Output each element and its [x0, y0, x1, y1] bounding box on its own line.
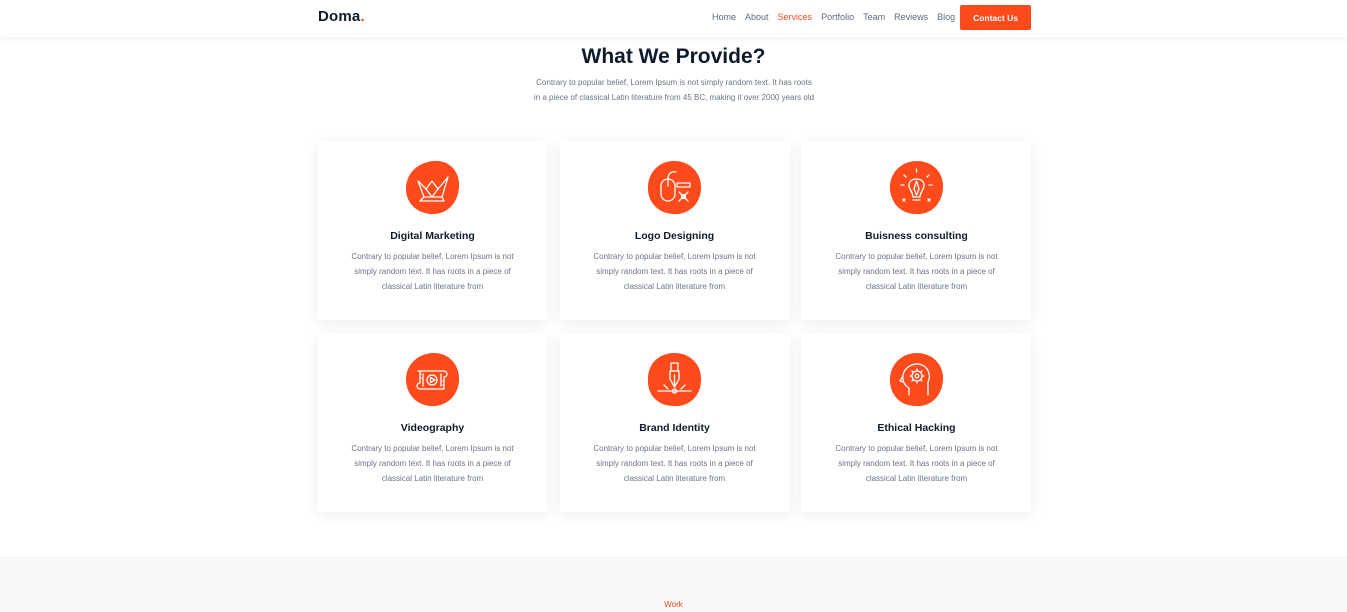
contact-us-button[interactable]: Contact Us	[960, 5, 1031, 30]
section-description: Contrary to popular belief, Lorem Ipsum …	[533, 78, 815, 102]
section-title: What We Provide?	[581, 45, 766, 68]
work-section: Work	[0, 556, 1347, 612]
mouse-pen-icon	[646, 159, 703, 216]
head-gear-icon	[888, 351, 945, 408]
logo-dot: .	[360, 8, 365, 25]
service-description: Contrary to popular belief, Lorem Ipsum …	[351, 444, 514, 483]
service-description: Contrary to popular belief, Lorem Ipsum …	[593, 252, 756, 291]
origami-bird-icon	[404, 159, 461, 216]
nav-about[interactable]: About	[745, 12, 769, 22]
nav-portfolio[interactable]: Portfolio	[821, 12, 854, 22]
service-title: Brand Identity	[639, 422, 710, 434]
pen-nib-icon	[646, 351, 703, 408]
service-card-ethical-hacking[interactable]: Ethical Hacking Contrary to popular beli…	[802, 333, 1031, 512]
service-description: Contrary to popular belief, Lorem Ipsum …	[835, 252, 998, 291]
nav-reviews[interactable]: Reviews	[894, 12, 928, 22]
nav-team[interactable]: Team	[863, 12, 885, 22]
service-title: Buisness consulting	[865, 230, 968, 242]
service-title: Ethical Hacking	[877, 422, 956, 434]
service-description: Contrary to popular belief, Lorem Ipsum …	[593, 444, 756, 483]
film-play-icon	[404, 351, 461, 408]
service-card-logo-designing[interactable]: Logo Designing Contrary to popular belie…	[560, 141, 789, 320]
nav-services[interactable]: Services	[778, 12, 813, 22]
service-card-brand-identity[interactable]: Brand Identity Contrary to popular belie…	[560, 333, 789, 512]
lightbulb-pencil-icon	[888, 159, 945, 216]
service-description: Contrary to popular belief, Lorem Ipsum …	[835, 444, 998, 483]
nav-blog[interactable]: Blog	[937, 12, 955, 22]
service-card-videography[interactable]: Videography Contrary to popular belief, …	[318, 333, 547, 512]
logo[interactable]: Doma.	[318, 8, 365, 25]
site-header: Doma. Home About Services Portfolio Team…	[0, 0, 1347, 37]
service-description: Contrary to popular belief, Lorem Ipsum …	[351, 252, 514, 291]
main-nav: Home About Services Portfolio Team Revie…	[712, 12, 955, 22]
service-title: Logo Designing	[634, 230, 715, 242]
nav-home[interactable]: Home	[712, 12, 736, 22]
service-title: Videography	[400, 422, 465, 434]
logo-text: Doma	[318, 8, 361, 25]
service-card-digital-marketing[interactable]: Digital Marketing Contrary to popular be…	[318, 141, 547, 320]
work-section-label: Work	[664, 600, 683, 609]
service-title: Digital Marketing	[390, 230, 475, 242]
service-card-business-consulting[interactable]: Buisness consulting Contrary to popular …	[802, 141, 1031, 320]
